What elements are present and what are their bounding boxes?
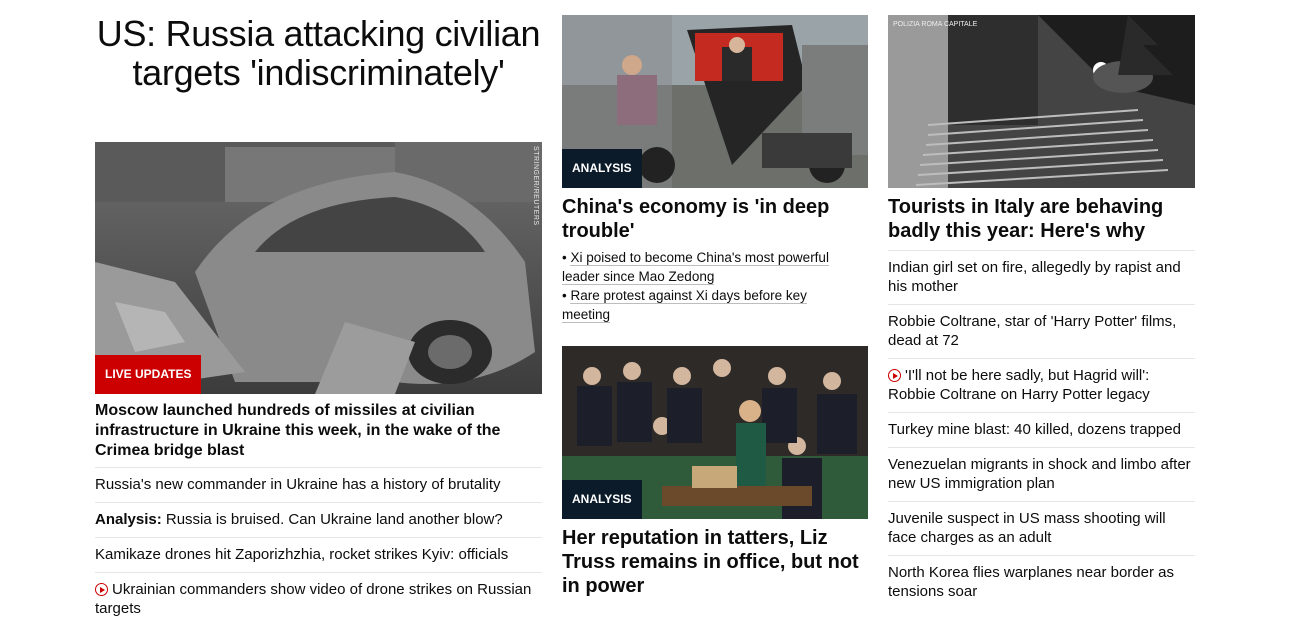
related-link[interactable]: Russia's new commander in Ukraine has a … — [95, 476, 501, 493]
list-item[interactable]: Russia's new commander in Ukraine has a … — [95, 467, 542, 502]
police-logo-watermark: POLIZIA ROMA CAPITALE — [893, 21, 978, 28]
play-icon — [95, 583, 108, 596]
italy-story-image[interactable]: POLIZIA ROMA CAPITALE — [888, 15, 1195, 188]
list-item[interactable]: Turkey mine blast: 40 killed, dozens tra… — [888, 412, 1195, 447]
italy-tourists-headline[interactable]: Tourists in Italy are behaving badly thi… — [888, 195, 1195, 243]
story-link[interactable]: North Korea flies warplanes near border … — [888, 564, 1174, 600]
list-item[interactable]: North Korea flies warplanes near border … — [888, 555, 1195, 609]
list-item[interactable]: Venezuelan migrants in shock and limbo a… — [888, 447, 1195, 501]
spanish-steps-photo — [888, 15, 1195, 188]
play-icon — [888, 369, 901, 382]
analysis-prefix: Analysis: — [95, 511, 162, 528]
story-link[interactable]: Juvenile suspect in US mass shooting wil… — [888, 510, 1166, 546]
related-link[interactable]: Analysis: Russia is bruised. Can Ukraine… — [95, 511, 503, 528]
right-column-links: Indian girl set on fire, allegedly by ra… — [888, 250, 1195, 609]
bullet-item: • Xi poised to become China's most power… — [562, 250, 829, 285]
lead-story-summary[interactable]: Moscow launched hundreds of missiles at … — [95, 401, 542, 461]
story-link[interactable]: Venezuelan migrants in shock and limbo a… — [888, 456, 1191, 492]
bullet-link[interactable]: Rare protest against Xi days before key … — [562, 288, 807, 323]
analysis-badge[interactable]: ANALYSIS — [562, 149, 642, 188]
related-link[interactable]: Kamikaze drones hit Zaporizhzhia, rocket… — [95, 546, 508, 563]
list-item[interactable]: Ukrainian commanders show video of drone… — [95, 572, 542, 626]
bullet-item: • Rare protest against Xi days before ke… — [562, 288, 807, 323]
story-link[interactable]: Robbie Coltrane, star of 'Harry Potter' … — [888, 313, 1176, 349]
related-link[interactable]: Ukrainian commanders show video of drone… — [95, 581, 531, 617]
list-item[interactable]: Robbie Coltrane, star of 'Harry Potter' … — [888, 304, 1195, 358]
list-item[interactable]: Juvenile suspect in US mass shooting wil… — [888, 501, 1195, 555]
truss-headline[interactable]: Her reputation in tatters, Liz Truss rem… — [562, 526, 868, 598]
live-updates-badge[interactable]: LIVE UPDATES — [95, 355, 202, 394]
list-item[interactable]: 'I'll not be here sadly, but Hagrid will… — [888, 358, 1195, 412]
story-link[interactable]: Turkey mine blast: 40 killed, dozens tra… — [888, 421, 1181, 438]
image-credit: STRINGER/REUTERS — [532, 146, 539, 226]
list-item[interactable]: Indian girl set on fire, allegedly by ra… — [888, 250, 1195, 304]
lead-headline[interactable]: US: Russia attacking civilian targets 'i… — [95, 14, 542, 92]
story-link[interactable]: Indian girl set on fire, allegedly by ra… — [888, 259, 1181, 295]
list-item[interactable]: Analysis: Russia is bruised. Can Ukraine… — [95, 502, 542, 537]
analysis-badge[interactable]: ANALYSIS — [562, 480, 642, 519]
bullet-link[interactable]: Xi poised to become China's most powerfu… — [562, 250, 829, 285]
lead-related-links: Russia's new commander in Ukraine has a … — [95, 467, 542, 626]
story-link[interactable]: 'I'll not be here sadly, but Hagrid will… — [888, 367, 1150, 403]
list-item[interactable]: Kamikaze drones hit Zaporizhzhia, rocket… — [95, 537, 542, 572]
china-economy-headline[interactable]: China's economy is 'in deep trouble' — [562, 195, 868, 243]
china-bullets: • Xi poised to become China's most power… — [562, 248, 852, 324]
